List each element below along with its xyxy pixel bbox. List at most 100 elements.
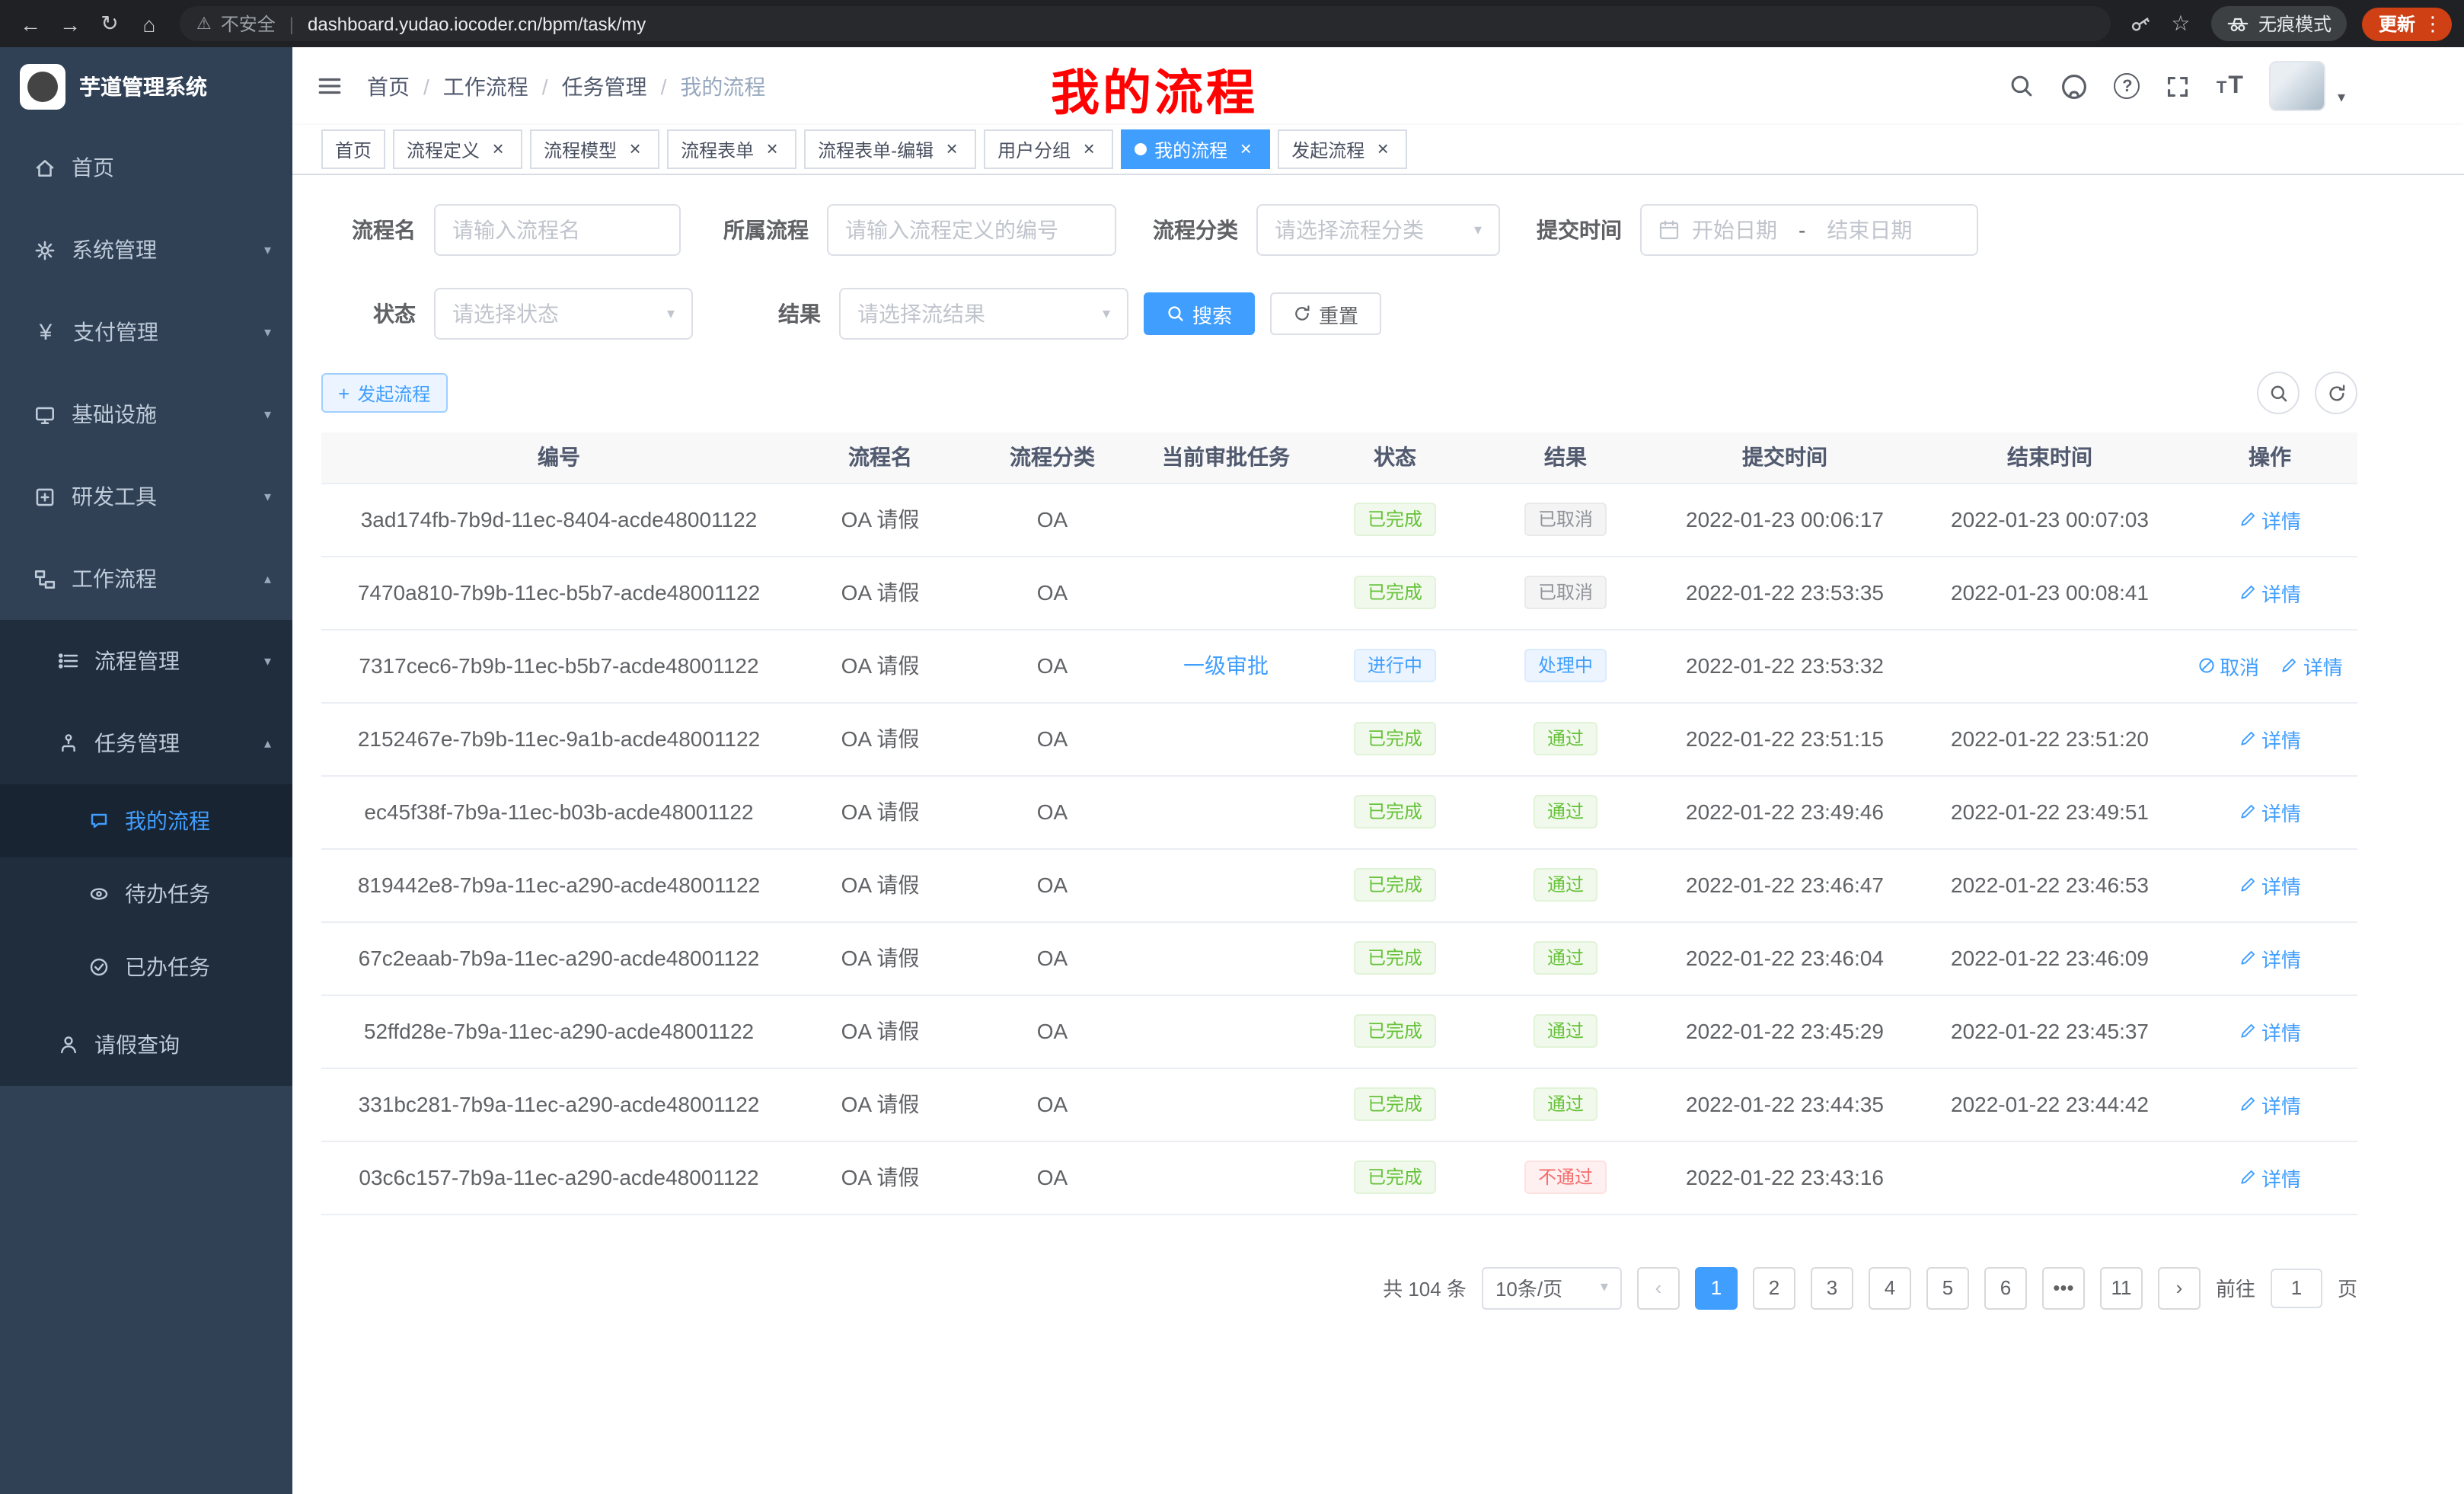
category-select[interactable]: 请选择流程分类 ▾ (1256, 204, 1500, 256)
page-button[interactable]: 11 (2100, 1266, 2143, 1309)
close-icon[interactable]: × (941, 139, 962, 160)
close-icon[interactable]: × (624, 139, 646, 160)
address-bar[interactable]: ⚠ 不安全 | dashboard.yudao.iocoder.cn/bpm/t… (180, 6, 2111, 41)
app-logo-row[interactable]: 芋道管理系统 (0, 47, 292, 126)
forward-icon[interactable]: → (52, 5, 88, 42)
tab[interactable]: 发起流程 × (1278, 129, 1407, 169)
page-button[interactable]: 5 (1926, 1266, 1969, 1309)
menu-dots-icon[interactable]: ⋮ (2423, 11, 2443, 36)
update-button[interactable]: 更新 ⋮ (2362, 7, 2452, 40)
bookmark-star-icon[interactable]: ☆ (2162, 5, 2199, 42)
page-button[interactable]: ••• (2042, 1266, 2085, 1309)
prev-page-button[interactable]: ‹ (1637, 1266, 1680, 1309)
password-key-icon[interactable] (2123, 5, 2159, 42)
sidebar-item-system[interactable]: 系统管理 ▾ (0, 209, 292, 291)
tab[interactable]: 首页 × (321, 129, 385, 169)
page-button[interactable]: 6 (1984, 1266, 2027, 1309)
close-icon[interactable]: × (1235, 139, 1256, 160)
cell-actions: 详情 (2182, 775, 2357, 848)
github-icon[interactable] (2061, 72, 2089, 100)
detail-link[interactable]: 详情 (2239, 943, 2301, 972)
table-row[interactable]: 819442e8-7b9a-11ec-a290-acde48001122 OA … (321, 848, 2357, 921)
process-name-label: 流程名 (321, 215, 416, 245)
detail-link[interactable]: 详情 (2239, 505, 2301, 534)
font-size-icon[interactable]: TT (2217, 72, 2243, 100)
process-name-input[interactable] (434, 204, 681, 256)
tab[interactable]: 流程表单-编辑 × (804, 129, 976, 169)
breadcrumb-task-management[interactable]: 任务管理 (562, 71, 647, 101)
sidebar-item-home[interactable]: 首页 (0, 126, 292, 209)
detail-link[interactable]: 详情 (2239, 797, 2301, 826)
back-icon[interactable]: ← (12, 5, 49, 42)
page-button[interactable]: 2 (1753, 1266, 1795, 1309)
table-row[interactable]: 52ffd28e-7b9a-11ec-a290-acde48001122 OA … (321, 994, 2357, 1068)
cell-result: 通过 (1479, 702, 1652, 775)
sidebar-item-task-management[interactable]: 任务管理 ▴ (0, 702, 292, 784)
result-select[interactable]: 请选择流结果 ▾ (839, 288, 1128, 340)
sidebar-item-payment[interactable]: ¥ 支付管理 ▾ (0, 291, 292, 373)
page-button[interactable]: 1 (1695, 1266, 1738, 1309)
detail-link[interactable]: 详情 (2239, 578, 2301, 607)
detail-link[interactable]: 详情 (2239, 1017, 2301, 1045)
table-row[interactable]: 03c6c157-7b9a-11ec-a290-acde48001122 OA … (321, 1141, 2357, 1214)
table-row[interactable]: 7470a810-7b9b-11ec-b5b7-acde48001122 OA … (321, 556, 2357, 629)
search-button[interactable]: 搜索 (1144, 292, 1255, 335)
task-link[interactable]: 一级审批 (1183, 653, 1269, 678)
cell-current-task: 一级审批 (1141, 629, 1311, 702)
close-icon[interactable]: × (487, 139, 509, 160)
cancel-link[interactable]: 取消 (2197, 651, 2259, 680)
close-icon[interactable]: × (761, 139, 783, 160)
detail-link[interactable]: 详情 (2239, 1090, 2301, 1119)
tab[interactable]: 流程表单 × (667, 129, 796, 169)
sidebar-item-leave-query[interactable]: 请假查询 (0, 1004, 292, 1086)
tab[interactable]: 流程模型 × (530, 129, 659, 169)
table-row[interactable]: ec45f38f-7b9a-11ec-b03b-acde48001122 OA … (321, 775, 2357, 848)
home-icon[interactable]: ⌂ (131, 5, 168, 42)
cell-status: 已完成 (1311, 483, 1479, 556)
table-row[interactable]: 2152467e-7b9b-11ec-9a1b-acde48001122 OA … (321, 702, 2357, 775)
table-row[interactable]: 331bc281-7b9a-11ec-a290-acde48001122 OA … (321, 1068, 2357, 1141)
tab[interactable]: 用户分组 × (984, 129, 1113, 169)
avatar[interactable] (2269, 61, 2325, 111)
page-button[interactable]: 3 (1811, 1266, 1853, 1309)
column-header: 当前审批任务 (1141, 433, 1311, 483)
detail-link[interactable]: 详情 (2239, 1163, 2301, 1192)
page-button[interactable]: 4 (1869, 1266, 1911, 1309)
reset-button[interactable]: 重置 (1270, 292, 1381, 335)
close-icon[interactable]: × (1078, 139, 1100, 160)
fullscreen-icon[interactable] (2166, 74, 2191, 98)
sidebar-item-workflow[interactable]: 工作流程 ▴ (0, 538, 292, 620)
sidebar-item-done-tasks[interactable]: 已办任务 (0, 931, 292, 1004)
table-row[interactable]: 7317cec6-7b9b-11ec-b5b7-acde48001122 OA … (321, 629, 2357, 702)
tab[interactable]: 流程定义 × (393, 129, 522, 169)
toggle-search-icon[interactable] (2257, 372, 2300, 414)
reload-icon[interactable]: ↻ (91, 5, 128, 42)
breadcrumb-home[interactable]: 首页 (367, 71, 410, 101)
submit-time-range-picker[interactable]: 开始日期 - 结束日期 (1640, 204, 1978, 256)
detail-link[interactable]: 详情 (2239, 870, 2301, 899)
parent-process-input[interactable] (827, 204, 1116, 256)
tab[interactable]: 我的流程 × (1121, 129, 1270, 169)
sidebar-item-my-process[interactable]: 我的流程 (0, 784, 292, 857)
hamburger-icon[interactable] (317, 73, 343, 99)
result-tag: 处理中 (1524, 649, 1607, 682)
detail-link[interactable]: 详情 (2280, 651, 2343, 680)
create-process-button[interactable]: + 发起流程 (321, 373, 447, 413)
sidebar-item-infrastructure[interactable]: 基础设施 ▾ (0, 373, 292, 455)
breadcrumb-workflow[interactable]: 工作流程 (443, 71, 528, 101)
close-icon[interactable]: × (1372, 139, 1393, 160)
chevron-down-icon[interactable]: ▾ (2338, 90, 2345, 107)
detail-link[interactable]: 详情 (2239, 724, 2301, 753)
sidebar-item-process-management[interactable]: 流程管理 ▾ (0, 620, 292, 702)
help-icon[interactable]: ? (2115, 73, 2140, 99)
page-size-select[interactable]: 10条/页 ▾ (1482, 1266, 1622, 1309)
sidebar-item-devtools[interactable]: 研发工具 ▾ (0, 455, 292, 538)
search-icon[interactable] (2009, 73, 2035, 99)
table-row[interactable]: 67c2eaab-7b9a-11ec-a290-acde48001122 OA … (321, 921, 2357, 994)
status-select[interactable]: 请选择状态 ▾ (434, 288, 693, 340)
table-row[interactable]: 3ad174fb-7b9d-11ec-8404-acde48001122 OA … (321, 483, 2357, 556)
sidebar-item-todo-tasks[interactable]: 待办任务 (0, 857, 292, 931)
refresh-icon[interactable] (2315, 372, 2357, 414)
next-page-button[interactable]: › (2158, 1266, 2201, 1309)
goto-page-input[interactable] (2271, 1268, 2322, 1307)
